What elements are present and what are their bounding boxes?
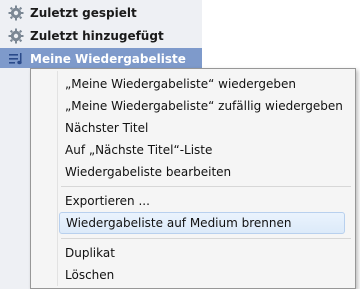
source-list: Zuletzt gespielt Zuletzt hinzugefügt Mei… [0, 0, 202, 70]
menu-item-burn-playlist[interactable]: Wiedergabeliste auf Medium brennen [59, 212, 345, 234]
menu-item-delete[interactable]: Löschen [59, 264, 345, 286]
sidebar-item-label: Zuletzt gespielt [30, 6, 137, 20]
sidebar-item-label: Zuletzt hinzugefügt [30, 29, 164, 43]
sidebar-item-recently-added[interactable]: Zuletzt hinzugefügt [0, 25, 202, 47]
menu-separator [61, 186, 351, 187]
menu-separator [61, 238, 351, 239]
menu-item-shuffle-playlist[interactable]: „Meine Wiedergabeliste“ zufällig wiederg… [59, 95, 345, 117]
sidebar-item-recently-played[interactable]: Zuletzt gespielt [0, 2, 202, 24]
gear-icon [8, 28, 24, 44]
playlist-icon [8, 51, 24, 67]
menu-icon-gutter [57, 71, 58, 286]
menu-item-next-track[interactable]: Nächster Titel [59, 117, 345, 139]
source-list-background [0, 68, 30, 289]
menu-item-duplicate[interactable]: Duplikat [59, 242, 345, 264]
gear-icon [8, 5, 24, 21]
menu-item-add-to-up-next[interactable]: Auf „Nächste Titel“-Liste [59, 139, 345, 161]
context-menu: „Meine Wiedergabeliste“ wiedergeben „Mei… [30, 68, 356, 289]
menu-item-edit-playlist[interactable]: Wiedergabeliste bearbeiten [59, 161, 345, 183]
menu-item-play-playlist[interactable]: „Meine Wiedergabeliste“ wiedergeben [59, 73, 345, 95]
sidebar-item-my-playlist[interactable]: Meine Wiedergabeliste [0, 48, 202, 70]
menu-item-export[interactable]: Exportieren ... [59, 190, 345, 212]
sidebar-item-label: Meine Wiedergabeliste [30, 52, 186, 66]
